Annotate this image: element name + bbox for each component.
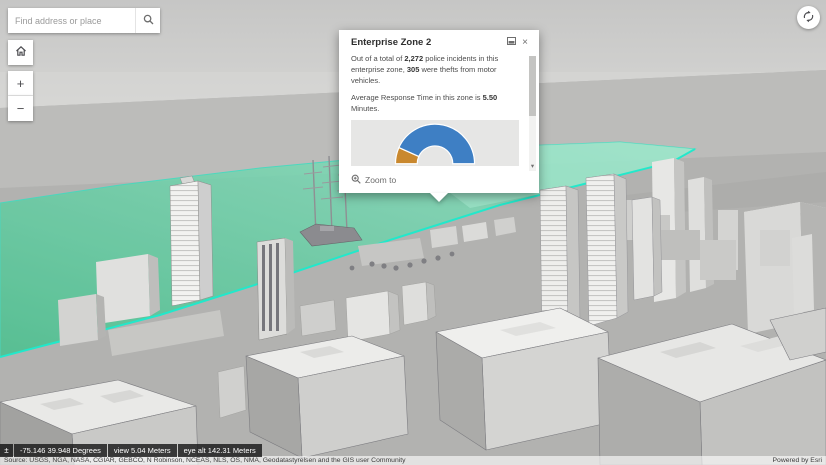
search-button[interactable] [135,8,160,33]
zoom-in-button[interactable]: + [8,71,33,96]
popup-scrollbar-thumb[interactable] [529,56,536,116]
home-button[interactable] [8,40,33,65]
popup-footer: Zoom to [339,170,539,193]
view-scale-readout: view 5.04 Meters [107,444,177,457]
scene-viewer-app: + − Enterprise Zone 2 [0,0,826,465]
close-icon: × [522,36,528,48]
zoom-to-link[interactable]: Zoom to [351,174,396,186]
total-incidents-value: 2,272 [404,54,424,63]
attribution-sources: Source: USGS, NGA, NASA, CGIAR, GEBCO, N… [4,457,406,464]
popup-paragraph-incidents: Out of a total of 2,272 police incidents… [351,54,499,85]
scroll-down-button[interactable]: ▾ [529,162,536,171]
eye-altitude-readout: eye alt 142.31 Meters [177,444,262,457]
rotate-icon [802,10,815,26]
response-time-value: 5.50 [482,92,498,102]
coordinates-readout: -75.146 39.948 Degrees [14,444,107,457]
left-tower [169,175,214,307]
zoom-out-button[interactable]: − [8,96,33,121]
popup-paragraph-response-time: Average Response Time in this zone is 5.… [351,92,498,113]
search-input[interactable] [8,8,135,33]
home-icon [15,45,27,60]
plus-icon: + [16,75,25,91]
coordinates-toggle[interactable]: ± [0,444,13,457]
popup-chart-panel [351,120,519,167]
popup-body: Out of a total of 2,272 police incidents… [339,52,539,114]
minus-icon: − [16,101,25,116]
half-donut-chart [394,123,476,165]
attribution-bar: Source: USGS, NGA, NASA, CGIAR, GEBCO, N… [0,456,826,465]
popup-scrollbar[interactable]: ▾ [529,56,536,172]
compass-button[interactable] [797,6,820,29]
status-bar: ± -75.146 39.948 Degrees view 5.04 Meter… [0,444,263,457]
search-icon [143,13,154,28]
zoom-to-label: Zoom to [365,175,397,186]
popup-title: Enterprise Zone 2 [351,37,432,48]
zoom-to-icon [351,174,361,186]
search-box [8,8,160,33]
popup-pointer [430,193,448,203]
popup-header: Enterprise Zone 2 × [339,30,539,52]
feature-popup: Enterprise Zone 2 × Out of a total of 2,… [339,30,539,203]
dock-icon [507,37,517,48]
powered-by-esri: Powered by Esri [772,457,823,464]
striped-building [256,237,295,341]
dock-button[interactable] [504,36,519,49]
close-button[interactable]: × [519,37,531,49]
theft-count-value: 305 [406,64,420,74]
